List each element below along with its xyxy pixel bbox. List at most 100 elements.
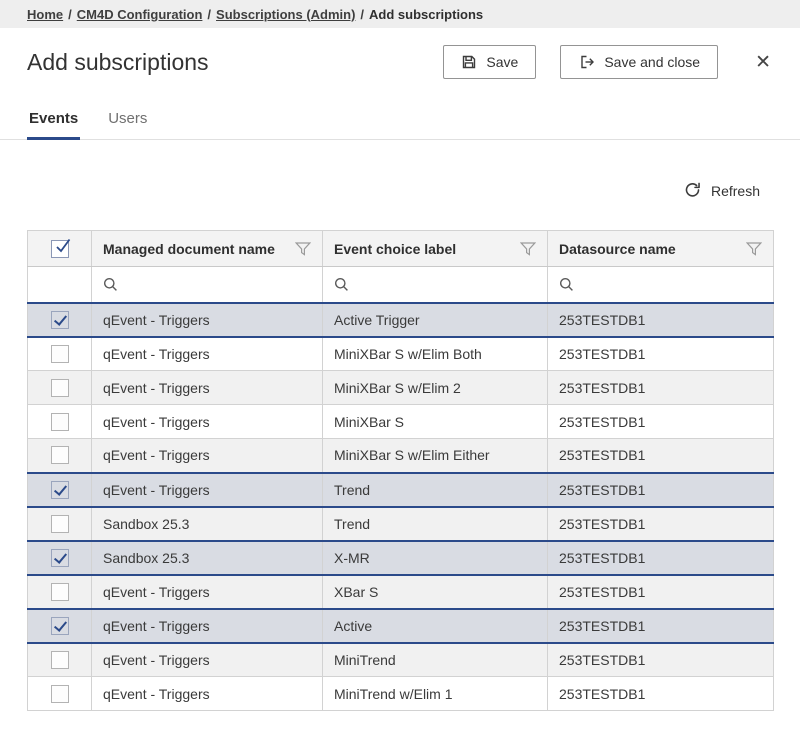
cell-event-choice-label: MiniXBar S w/Elim Both: [323, 337, 548, 371]
filter-row-empty-cell: [28, 267, 92, 303]
breadcrumb-link-home[interactable]: Home: [27, 7, 63, 22]
row-checkbox[interactable]: [51, 311, 69, 329]
save-button[interactable]: Save: [443, 45, 536, 79]
table-row[interactable]: Sandbox 25.3 X-MR 253TESTDB1: [28, 541, 774, 575]
breadcrumb-current: Add subscriptions: [369, 7, 483, 22]
breadcrumb-link-subscriptions-admin[interactable]: Subscriptions (Admin): [216, 7, 355, 22]
cell-event-choice-label: MiniXBar S w/Elim Either: [323, 439, 548, 473]
cell-datasource-name: 253TESTDB1: [548, 405, 774, 439]
table-row[interactable]: Sandbox 25.3 Trend 253TESTDB1: [28, 507, 774, 541]
cell-event-choice-label: Trend: [323, 473, 548, 507]
cell-datasource-name: 253TESTDB1: [548, 337, 774, 371]
breadcrumb-separator: /: [68, 7, 72, 22]
row-checkbox-cell: [28, 439, 92, 473]
row-checkbox[interactable]: [51, 413, 69, 431]
row-checkbox[interactable]: [51, 583, 69, 601]
select-all-checkbox[interactable]: [51, 240, 69, 258]
cell-managed-document-name: qEvent - Triggers: [92, 575, 323, 609]
subscriptions-grid: Managed document name Event choice label: [0, 230, 800, 711]
save-and-close-button[interactable]: Save and close: [560, 45, 718, 79]
filter-icon[interactable]: [746, 242, 762, 256]
cell-datasource-name: 253TESTDB1: [548, 643, 774, 677]
column-header-event-choice-label[interactable]: Event choice label: [323, 231, 548, 267]
table-row[interactable]: qEvent - Triggers MiniXBar S w/Elim Both…: [28, 337, 774, 371]
cell-datasource-name: 253TESTDB1: [548, 609, 774, 643]
add-subscriptions-page: Home / CM4D Configuration / Subscription…: [0, 0, 800, 743]
cell-managed-document-name: qEvent - Triggers: [92, 643, 323, 677]
row-checkbox-cell: [28, 473, 92, 507]
cell-event-choice-label: Active: [323, 609, 548, 643]
cell-managed-document-name: qEvent - Triggers: [92, 337, 323, 371]
cell-managed-document-name: qEvent - Triggers: [92, 609, 323, 643]
cell-managed-document-name: qEvent - Triggers: [92, 677, 323, 711]
table-row[interactable]: qEvent - Triggers MiniXBar S w/Elim 2 25…: [28, 371, 774, 405]
cell-event-choice-label: XBar S: [323, 575, 548, 609]
row-checkbox[interactable]: [51, 446, 69, 464]
cell-managed-document-name: qEvent - Triggers: [92, 405, 323, 439]
cell-datasource-name: 253TESTDB1: [548, 303, 774, 337]
cell-datasource-name: 253TESTDB1: [548, 541, 774, 575]
refresh-button-label: Refresh: [711, 183, 760, 199]
row-checkbox-cell: [28, 677, 92, 711]
search-input-managed-document-name[interactable]: [125, 276, 311, 292]
cell-datasource-name: 253TESTDB1: [548, 371, 774, 405]
cell-managed-document-name: qEvent - Triggers: [92, 303, 323, 337]
cell-managed-document-name: Sandbox 25.3: [92, 541, 323, 575]
row-checkbox[interactable]: [51, 617, 69, 635]
cell-datasource-name: 253TESTDB1: [548, 575, 774, 609]
row-checkbox[interactable]: [51, 481, 69, 499]
filter-cell-event-choice-label: [323, 267, 548, 303]
column-header-datasource-name[interactable]: Datasource name: [548, 231, 774, 267]
row-checkbox-cell: [28, 405, 92, 439]
close-button[interactable]: ✕: [751, 51, 775, 74]
tab-bar: Events Users: [0, 110, 800, 140]
column-header-managed-document-name[interactable]: Managed document name: [92, 231, 323, 267]
cell-event-choice-label: MiniTrend: [323, 643, 548, 677]
filter-icon[interactable]: [520, 242, 536, 256]
table-row[interactable]: qEvent - Triggers Active 253TESTDB1: [28, 609, 774, 643]
table-row[interactable]: qEvent - Triggers MiniXBar S w/Elim Eith…: [28, 439, 774, 473]
row-checkbox[interactable]: [51, 651, 69, 669]
table-row[interactable]: qEvent - Triggers MiniXBar S 253TESTDB1: [28, 405, 774, 439]
search-input-datasource-name[interactable]: [581, 276, 762, 292]
cell-datasource-name: 253TESTDB1: [548, 677, 774, 711]
table-row[interactable]: qEvent - Triggers MiniTrend 253TESTDB1: [28, 643, 774, 677]
breadcrumb-link-cm4d-configuration[interactable]: CM4D Configuration: [77, 7, 203, 22]
row-checkbox-cell: [28, 643, 92, 677]
row-checkbox[interactable]: [51, 345, 69, 363]
filter-cell-datasource-name: [548, 267, 774, 303]
tab-users[interactable]: Users: [106, 110, 149, 140]
cell-datasource-name: 253TESTDB1: [548, 473, 774, 507]
page-title: Add subscriptions: [27, 49, 209, 76]
cell-managed-document-name: qEvent - Triggers: [92, 439, 323, 473]
search-icon: [103, 277, 118, 292]
cell-datasource-name: 253TESTDB1: [548, 439, 774, 473]
close-icon: ✕: [755, 52, 771, 73]
save-and-close-icon: [578, 54, 595, 70]
table-row[interactable]: qEvent - Triggers Trend 253TESTDB1: [28, 473, 774, 507]
search-input-event-choice-label[interactable]: [356, 276, 536, 292]
breadcrumb-separator: /: [360, 7, 364, 22]
row-checkbox[interactable]: [51, 685, 69, 703]
row-checkbox[interactable]: [51, 515, 69, 533]
row-checkbox[interactable]: [51, 379, 69, 397]
cell-event-choice-label: MiniXBar S: [323, 405, 548, 439]
cell-event-choice-label: Active Trigger: [323, 303, 548, 337]
table-row[interactable]: qEvent - Triggers XBar S 253TESTDB1: [28, 575, 774, 609]
grid-toolbar: Refresh: [0, 180, 800, 202]
row-checkbox-cell: [28, 337, 92, 371]
table-row[interactable]: qEvent - Triggers Active Trigger 253TEST…: [28, 303, 774, 337]
table-body: qEvent - Triggers Active Trigger 253TEST…: [28, 303, 774, 711]
cell-event-choice-label: Trend: [323, 507, 548, 541]
filter-cell-managed-document-name: [92, 267, 323, 303]
row-checkbox[interactable]: [51, 549, 69, 567]
tab-events[interactable]: Events: [27, 110, 80, 140]
refresh-button[interactable]: Refresh: [683, 180, 760, 202]
table-row[interactable]: qEvent - Triggers MiniTrend w/Elim 1 253…: [28, 677, 774, 711]
header-bar: Add subscriptions Save: [0, 44, 800, 80]
breadcrumb: Home / CM4D Configuration / Subscription…: [0, 0, 800, 28]
search-icon: [559, 277, 574, 292]
filter-icon[interactable]: [295, 242, 311, 256]
cell-managed-document-name: Sandbox 25.3: [92, 507, 323, 541]
cell-datasource-name: 253TESTDB1: [548, 507, 774, 541]
